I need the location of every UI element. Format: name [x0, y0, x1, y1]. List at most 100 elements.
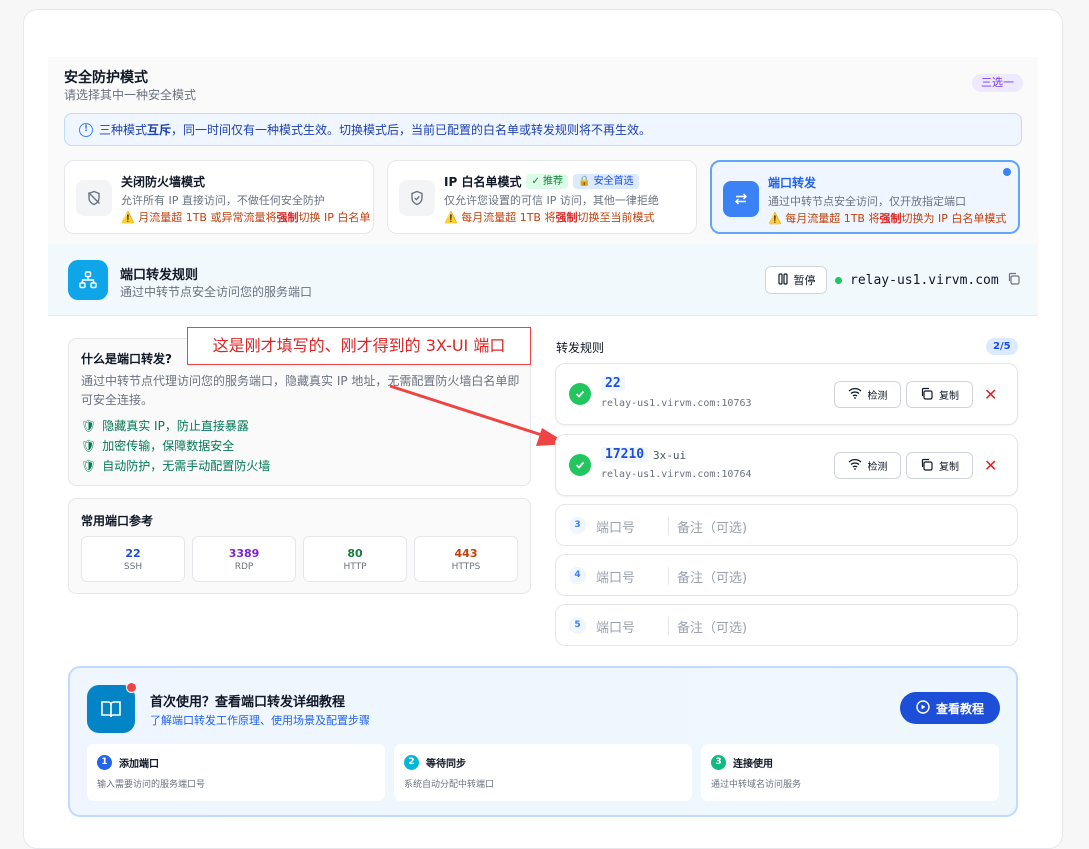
rules-title: 转发规则: [556, 341, 605, 355]
shield-check-icon: 🛡: [81, 418, 97, 433]
choose-one-badge: 三选一: [972, 74, 1023, 92]
section-title: 安全防护模式: [64, 70, 148, 86]
mode-card-ip-whitelist[interactable]: IP 白名单模式 ✓ 推荐 🔒 安全首选 仅允许您设置的可信 IP 访问，其他一…: [387, 160, 697, 234]
feature-item: 🛡 自动防护，无需手动配置防火墙: [81, 457, 270, 474]
check-label: 检测: [867, 391, 888, 402]
shield-off-icon: [76, 180, 112, 216]
mode-title: 端口转发: [768, 176, 817, 190]
step-number: 1: [97, 755, 112, 770]
annotation-arrow: [389, 384, 568, 446]
feature-text: 加密传输，保障数据安全: [102, 439, 235, 453]
wifi-icon: [848, 458, 862, 473]
copy-button[interactable]: 复制: [906, 381, 973, 408]
rule-port: 17210: [601, 447, 649, 462]
wifi-icon: [848, 387, 862, 402]
note-input[interactable]: 备注（可选): [677, 567, 747, 586]
mode-desc: 通过中转节点安全访问，仅开放指定端口: [768, 195, 966, 208]
warn-text: ⚠️ 每月流量超 1TB 将: [444, 211, 556, 224]
recommend-tag-label: 推荐: [543, 176, 564, 187]
shield-check-icon: 🛡: [81, 438, 97, 453]
pause-button[interactable]: 暂停: [765, 266, 827, 294]
port-number: 3389: [228, 547, 260, 560]
port-input[interactable]: 端口号: [596, 567, 635, 586]
warn-text: ⚠️ 每月流量超 1TB 将: [768, 212, 880, 225]
mode-desc: 仅允许您设置的可信 IP 访问，其他一律拒绝: [444, 194, 659, 207]
port-input[interactable]: 端口号: [596, 517, 635, 536]
warn-text: 切换 IP 白名单: [298, 211, 371, 224]
port-chip-ssh[interactable]: 22 SSH: [81, 536, 185, 582]
warn-text: 切换至当前模式: [577, 211, 655, 224]
note-input[interactable]: 备注（可选): [677, 617, 747, 636]
check-button[interactable]: 检测: [834, 452, 901, 479]
copy-icon: [920, 387, 933, 403]
rule-address: relay-us1.virvm.com:10763: [601, 398, 752, 409]
copy-icon[interactable]: [1007, 272, 1020, 289]
pause-icon: [777, 272, 789, 288]
common-ports-box: 常用端口参考 22 SSH 3389 RDP 80 HTTP 443 HTTPS: [68, 498, 531, 594]
port-chip-http[interactable]: 80 HTTP: [303, 536, 407, 582]
tutorial-step: 2 等待同步 系统自动分配中转端口: [394, 744, 692, 801]
mode-card-port-forward[interactable]: 端口转发 通过中转节点安全访问，仅开放指定端口 ⚠️ 每月流量超 1TB 将强制…: [710, 160, 1020, 234]
mode-desc: 允许所有 IP 直接访问，不做任何安全防护: [121, 194, 325, 207]
secure-first-tag-label: 安全首选: [593, 176, 634, 187]
play-circle-icon: [916, 699, 930, 717]
view-tutorial-button[interactable]: 查看教程: [900, 692, 1000, 724]
delete-icon[interactable]: ✕: [984, 385, 997, 404]
step-title: 连接使用: [733, 759, 773, 770]
delete-icon[interactable]: ✕: [984, 456, 997, 475]
empty-rule-row: 3 端口号 备注（可选): [555, 504, 1018, 546]
step-desc: 系统自动分配中转端口: [404, 780, 495, 790]
shield-check-icon: 🛡: [81, 458, 97, 473]
row-number: 3: [569, 517, 586, 534]
divider: [668, 567, 669, 585]
relay-host: relay-us1.virvm.com: [835, 272, 1020, 289]
rule-port: 22: [601, 376, 625, 391]
feature-text: 自动防护，无需手动配置防火墙: [102, 459, 271, 473]
copy-button[interactable]: 复制: [906, 452, 973, 479]
copy-label: 复制: [939, 462, 959, 473]
common-ports-title: 常用端口参考: [81, 514, 154, 528]
shield-check-icon: [399, 180, 435, 216]
empty-rule-row: 4 端口号 备注（可选): [555, 554, 1018, 596]
mode-card-firewall-off[interactable]: 关闭防火墙模式 允许所有 IP 直接访问，不做任何安全防护 ⚠️ 月流量超 1T…: [64, 160, 374, 234]
port-name: HTTPS: [451, 562, 481, 572]
tutorial-subtitle: 了解端口转发工作原理、使用场景及配置步骤: [150, 714, 370, 727]
rule-row: 17210 3x-ui relay-us1.virvm.com:10764 检测…: [555, 434, 1018, 496]
check-button[interactable]: 检测: [834, 381, 901, 408]
port-number: 80: [347, 547, 363, 560]
feature-item: 🛡 加密传输，保障数据安全: [81, 437, 234, 454]
step-desc: 输入需要访问的服务端口号: [97, 780, 206, 790]
relay-host-text: relay-us1.virvm.com: [850, 273, 999, 288]
port-name: RDP: [234, 562, 254, 572]
notification-dot: [126, 682, 137, 693]
annotation-callout: 这是刚才填写的、刚才得到的 3X-UI 端口: [187, 327, 531, 365]
note-input[interactable]: 备注（可选): [677, 517, 747, 536]
copy-icon: [920, 458, 933, 474]
check-icon: [569, 383, 591, 405]
port-input[interactable]: 端口号: [596, 617, 635, 636]
port-chip-https[interactable]: 443 HTTPS: [414, 536, 518, 582]
step-number: 3: [711, 755, 726, 770]
step-number: 2: [404, 755, 419, 770]
feature-text: 隐藏真实 IP，防止直接暴露: [102, 419, 249, 433]
step-desc: 通过中转域名访问服务: [711, 780, 802, 790]
mode-warning: ⚠️ 月流量超 1TB 或异常流量将强制切换 IP 白名单: [121, 209, 370, 225]
row-number: 4: [569, 567, 586, 584]
warn-strong: 强制: [879, 212, 902, 225]
view-tutorial-label: 查看教程: [935, 701, 984, 716]
warn-text: ⚠️ 月流量超 1TB 或异常流量将: [121, 211, 277, 224]
network-icon: [68, 260, 108, 300]
mode-title: 关闭防火墙模式: [121, 175, 206, 189]
tutorial-title: 首次使用？查看端口转发详细教程: [150, 695, 346, 710]
divider: [668, 517, 669, 535]
rule-address: relay-us1.virvm.com:10764: [601, 469, 752, 480]
copy-label: 复制: [939, 391, 959, 402]
section-subtitle: 请选择其中一种安全模式: [64, 88, 197, 102]
mutex-notice: ! 三种模式互斥，同一时间仅有一种模式生效。切换模式后，当前已配置的白名单或转发…: [64, 113, 1022, 146]
mode-title: IP 白名单模式: [444, 175, 522, 189]
mode-warning: ⚠️ 每月流量超 1TB 将强制切换为 IP 白名单模式: [768, 210, 1006, 226]
row-number: 5: [569, 617, 586, 634]
check-icon: [569, 454, 591, 476]
info-title: 什么是端口转发?: [81, 352, 172, 366]
port-chip-rdp[interactable]: 3389 RDP: [192, 536, 296, 582]
